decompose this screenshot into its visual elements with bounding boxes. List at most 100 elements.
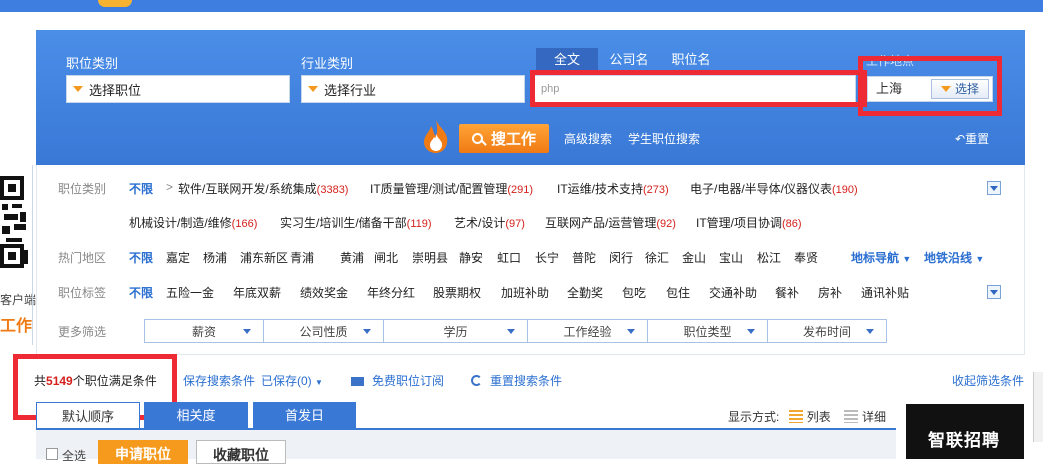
saved-searches-link[interactable]: 已保存(0) ▼ xyxy=(261,372,323,389)
scrollbar[interactable] xyxy=(1033,372,1043,442)
expand-tags-icon[interactable] xyxy=(987,285,1001,299)
filter-category-item[interactable]: 实习生/培训生/储备干部(119) xyxy=(280,214,432,231)
advanced-search-link[interactable]: 高级搜索 xyxy=(564,130,612,147)
filter-category-item[interactable]: 艺术/设计(97) xyxy=(454,214,525,231)
display-mode: 显示方式: 列表 详细 xyxy=(728,408,886,425)
job-category-select[interactable]: 选择职位 xyxy=(66,75,290,103)
dropdown-arrow-icon xyxy=(308,86,318,92)
filter-category-item[interactable]: 机械设计/制造/维修(166) xyxy=(129,214,257,231)
student-search-link[interactable]: 学生职位搜索 xyxy=(628,130,700,147)
tab-fulltext[interactable]: 全文 xyxy=(536,48,598,72)
chevron-down-icon xyxy=(747,329,755,334)
filter-area-item[interactable]: 杨浦 xyxy=(203,249,227,266)
highlight-city-box xyxy=(858,56,1002,116)
filter-area-item[interactable]: 普陀 xyxy=(572,249,596,266)
chevron-down-icon xyxy=(866,329,874,334)
company-type-dropdown[interactable]: 公司性质 xyxy=(263,319,384,343)
filter-area-item[interactable]: 青浦 xyxy=(290,249,314,266)
qr-code-icon xyxy=(0,174,28,274)
filter-area-item[interactable]: 徐汇 xyxy=(645,249,669,266)
filter-tag-item[interactable]: 全勤奖 xyxy=(567,284,603,301)
filter-tag-item[interactable]: 股票期权 xyxy=(433,284,481,301)
filter-category-unlimited[interactable]: 不限 xyxy=(129,180,153,197)
filter-category-item[interactable]: IT质量管理/测试/配置管理(291) xyxy=(370,180,533,197)
envelope-icon xyxy=(351,377,364,386)
filter-area-item[interactable]: 嘉定 xyxy=(166,249,190,266)
detail-view-icon[interactable] xyxy=(844,410,859,423)
filter-area-unlimited[interactable]: 不限 xyxy=(129,249,153,266)
search-jobs-label: 搜工作 xyxy=(490,131,536,148)
industry-label: 行业类别 xyxy=(301,56,354,71)
filter-area-item[interactable]: 宝山 xyxy=(719,249,743,266)
tab-company[interactable]: 公司名 xyxy=(602,48,656,72)
detail-view-label[interactable]: 详细 xyxy=(862,410,886,424)
publish-time-dropdown[interactable]: 发布时间 xyxy=(767,319,887,343)
reset-link[interactable]: ↶重置 xyxy=(955,130,989,147)
filter-tag-item[interactable]: 房补 xyxy=(818,284,842,301)
industry-select[interactable]: 选择行业 xyxy=(301,75,525,103)
chevron-down-icon xyxy=(363,329,371,334)
filter-tags-label: 职位标签 xyxy=(58,286,107,300)
filter-tag-item[interactable]: 五险一金 xyxy=(166,284,214,301)
filter-category-item[interactable]: 互联网产品/运营管理(92) xyxy=(545,214,676,231)
education-dropdown[interactable]: 学历 xyxy=(383,319,528,343)
filter-tag-item[interactable]: 交通补助 xyxy=(709,284,757,301)
filter-tag-item[interactable]: 绩效奖金 xyxy=(300,284,348,301)
filter-area-item[interactable]: 闵行 xyxy=(609,249,633,266)
filter-area-label: 热门地区 xyxy=(58,251,107,265)
filter-tag-item[interactable]: 通讯补贴 xyxy=(861,284,909,301)
ad-banner[interactable]: 智联招聘 xyxy=(906,404,1024,459)
job-type-dropdown[interactable]: 职位类型 xyxy=(647,319,768,343)
apply-job-button[interactable]: 申请职位 xyxy=(98,440,188,464)
reset-icon: ↶ xyxy=(955,132,966,146)
filter-area-item[interactable]: 浦东新区 xyxy=(240,249,288,266)
favorite-job-button[interactable]: 收藏职位 xyxy=(196,440,286,464)
filter-category-item[interactable]: IT管理/项目协调(86) xyxy=(696,214,802,231)
filter-category-label: 职位类别 xyxy=(58,182,107,196)
dropdown-arrow-icon xyxy=(73,86,83,92)
filter-tag-item[interactable]: 包住 xyxy=(666,284,690,301)
chevron-right-icon: > xyxy=(166,180,174,194)
filter-tag-item[interactable]: 包吃 xyxy=(622,284,646,301)
search-icon xyxy=(471,133,483,144)
filter-tag-item[interactable]: 年底双薪 xyxy=(233,284,281,301)
filter-category-item[interactable]: 软件/互联网开发/系统集成(3383) xyxy=(178,180,348,197)
job-category-value: 选择职位 xyxy=(89,82,142,98)
filter-tag-item[interactable]: 年终分红 xyxy=(367,284,415,301)
filter-tag-item[interactable]: 加班补助 xyxy=(501,284,549,301)
tab-relevance[interactable]: 相关度 xyxy=(144,402,248,429)
filter-area-item[interactable]: 黄浦 xyxy=(340,249,364,266)
filter-area-item[interactable]: 静安 xyxy=(459,249,483,266)
side-divider xyxy=(32,165,33,345)
filter-area-item[interactable]: 崇明县 xyxy=(412,249,448,266)
filter-tag-item[interactable]: 餐补 xyxy=(775,284,799,301)
list-view-icon[interactable] xyxy=(788,410,803,423)
tab-jobname[interactable]: 职位名 xyxy=(660,48,722,72)
filter-tags-unlimited[interactable]: 不限 xyxy=(129,284,153,301)
list-view-label[interactable]: 列表 xyxy=(807,410,831,424)
filter-area-item[interactable]: 松江 xyxy=(757,249,781,266)
save-search-link[interactable]: 保存搜索条件 xyxy=(183,372,255,389)
job-category-label: 职位类别 xyxy=(66,56,119,71)
tab-publish-date[interactable]: 首发日 xyxy=(253,402,356,429)
expand-category-icon[interactable] xyxy=(987,181,1001,195)
filter-category-item[interactable]: 电子/电器/半导体/仪器仪表(190) xyxy=(690,180,858,197)
filter-area-item[interactable]: 虹口 xyxy=(497,249,521,266)
job-subscribe-link[interactable]: 免费职位订阅 xyxy=(351,372,444,389)
chevron-down-icon xyxy=(627,329,635,334)
filter-area-item[interactable]: 金山 xyxy=(682,249,706,266)
experience-dropdown[interactable]: 工作经验 xyxy=(527,319,648,343)
collapse-filters-link[interactable]: 收起筛选条件 xyxy=(952,372,1024,389)
filter-category-item[interactable]: IT运维/技术支持(273) xyxy=(557,180,669,197)
filter-area-item[interactable]: 闸北 xyxy=(374,249,398,266)
industry-value: 选择行业 xyxy=(324,82,377,98)
filter-area-item[interactable]: 长宁 xyxy=(535,249,559,266)
salary-dropdown[interactable]: 薪资 xyxy=(144,319,264,343)
tab-default-order[interactable]: 默认顺序 xyxy=(36,402,140,429)
reset-search-link[interactable]: 重置搜索条件 xyxy=(471,372,562,389)
select-all-checkbox[interactable] xyxy=(46,448,58,460)
search-jobs-button[interactable]: 搜工作 xyxy=(459,124,549,153)
metro-nav-link[interactable]: 地铁沿线 ▼ xyxy=(924,249,984,266)
filter-area-item[interactable]: 奉贤 xyxy=(794,249,818,266)
landmark-nav-link[interactable]: 地标导航 ▼ xyxy=(851,249,911,266)
